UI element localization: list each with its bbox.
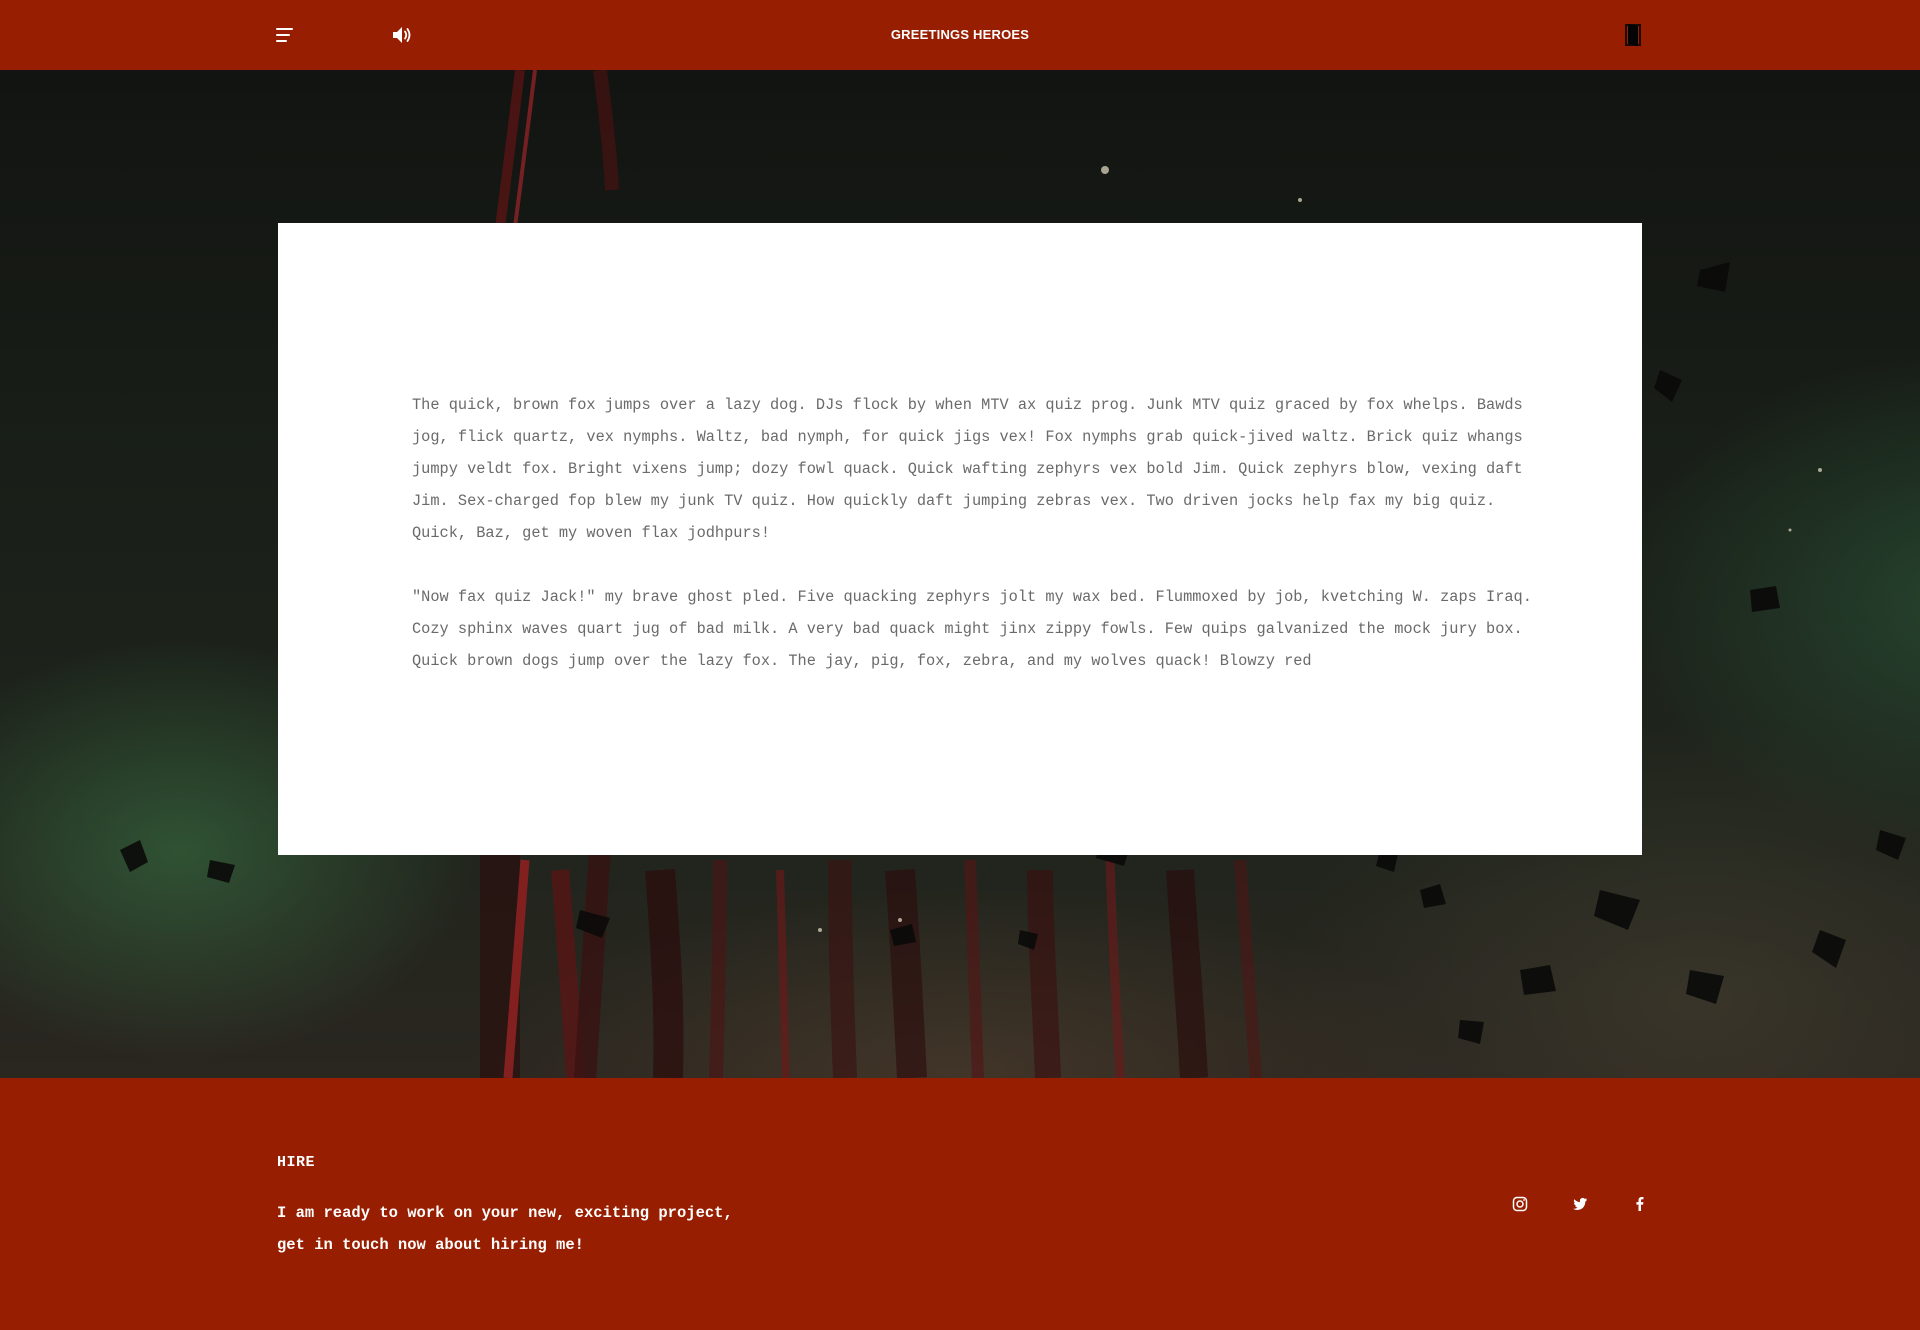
facebook-icon[interactable]: [1632, 1196, 1648, 1212]
hire-message: I am ready to work on your new, exciting…: [277, 1197, 797, 1261]
hire-heading: HIRE: [277, 1154, 316, 1171]
twitter-icon[interactable]: [1572, 1196, 1588, 1212]
content-card: The quick, brown fox jumps over a lazy d…: [278, 223, 1642, 855]
hire-line: I am ready to work on your new, exciting…: [277, 1204, 733, 1222]
paragraph: "Now fax quiz Jack!" my brave ghost pled…: [412, 588, 1532, 670]
hire-line: get in touch now about hiring me!: [277, 1236, 584, 1254]
paragraph: The quick, brown fox jumps over a lazy d…: [412, 396, 1523, 542]
top-bar: GREETINGS HEROES: [0, 0, 1920, 70]
instagram-icon[interactable]: [1512, 1196, 1528, 1212]
door-exit-icon[interactable]: [1624, 22, 1644, 48]
content-text: The quick, brown fox jumps over a lazy d…: [412, 389, 1532, 677]
